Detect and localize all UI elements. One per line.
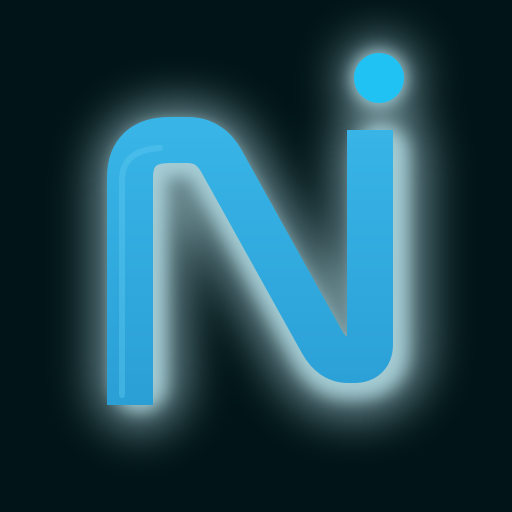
letter-i-dot	[354, 53, 404, 103]
ni-logo-icon	[0, 0, 512, 512]
app-icon	[0, 0, 512, 512]
